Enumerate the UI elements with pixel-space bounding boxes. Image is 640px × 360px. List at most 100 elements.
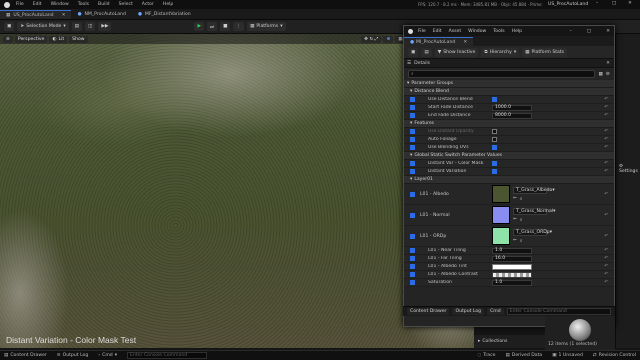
- override-checkbox[interactable]: [410, 145, 415, 150]
- value-checkbox[interactable]: [492, 169, 497, 174]
- value-field[interactable]: 1.0: [492, 279, 532, 286]
- console-input[interactable]: Enter Console Command: [127, 352, 208, 359]
- cinematics-button[interactable]: ▶▶: [98, 22, 112, 31]
- menu-item-select[interactable]: Select: [119, 2, 133, 7]
- reset-icon[interactable]: ↶: [604, 264, 608, 269]
- blueprint-button[interactable]: ◫: [85, 22, 96, 31]
- value-checkbox[interactable]: [492, 161, 497, 166]
- group-features[interactable]: ▾ Features: [404, 120, 614, 128]
- reset-icon[interactable]: ↶: [604, 105, 608, 110]
- reset-icon[interactable]: ↶: [604, 192, 608, 197]
- derived-data-button[interactable]: ▤ Derived Data: [505, 353, 542, 358]
- tab-material-function[interactable]: ● MF_DistantVariation: [132, 10, 197, 19]
- output-log-button[interactable]: ≡ Output Log: [57, 353, 88, 358]
- reset-icon[interactable]: ↶: [604, 145, 608, 150]
- trace-button[interactable]: ◌ Trace: [477, 353, 495, 358]
- group-parameter-groups[interactable]: ▾ Parameter Groups: [404, 80, 614, 88]
- group-layer01[interactable]: ▾ Layer01: [404, 176, 614, 184]
- editor-menu-item-file[interactable]: File: [418, 29, 426, 34]
- browse-icon[interactable]: ⌕: [520, 238, 523, 244]
- minimize-icon[interactable]: –: [596, 1, 598, 6]
- perspective-button[interactable]: Perspective: [14, 35, 48, 43]
- reset-icon[interactable]: ↶: [604, 213, 608, 218]
- show-button[interactable]: Show: [69, 35, 88, 43]
- editor-menu-item-window[interactable]: Window: [468, 29, 486, 34]
- reset-icon[interactable]: ↶: [604, 248, 608, 253]
- details-search-input[interactable]: ⌕: [408, 70, 595, 78]
- override-checkbox[interactable]: [410, 129, 415, 134]
- texture-thumbnail[interactable]: [492, 227, 510, 245]
- reset-icon[interactable]: ↶: [604, 97, 608, 102]
- texture-dropdown[interactable]: T_Grass_Albedo ▾: [513, 186, 555, 194]
- editor-menu-item-help[interactable]: Help: [512, 29, 522, 34]
- reset-icon[interactable]: ↶: [604, 234, 608, 239]
- menu-item-edit[interactable]: Edit: [33, 2, 42, 7]
- settings-icon[interactable]: ⚙: [606, 72, 610, 77]
- texture-thumbnail[interactable]: [492, 206, 510, 224]
- menu-item-actor[interactable]: Actor: [142, 2, 154, 7]
- use-selected-icon[interactable]: ⇐: [513, 217, 517, 223]
- world-local-toggle[interactable]: ⊕: [383, 35, 394, 43]
- override-checkbox[interactable]: [410, 169, 415, 174]
- value-field[interactable]: [492, 263, 532, 270]
- editor-save-button[interactable]: ▣: [408, 47, 419, 57]
- override-checkbox[interactable]: [410, 256, 415, 261]
- platforms-dropdown[interactable]: ▦ Platforms ▾: [247, 22, 286, 31]
- stop-button[interactable]: ■: [220, 22, 231, 31]
- texture-dropdown[interactable]: T_Grass_ORDp ▾: [513, 228, 552, 236]
- override-checkbox[interactable]: [410, 212, 415, 218]
- tab-close-icon[interactable]: ✕: [463, 40, 467, 45]
- value-checkbox[interactable]: [492, 137, 497, 142]
- maximize-icon[interactable]: □: [612, 1, 616, 6]
- group-distance-blend[interactable]: ▾ Distance Blend: [404, 88, 614, 96]
- value-checkbox[interactable]: [492, 145, 497, 150]
- override-checkbox[interactable]: [410, 280, 415, 285]
- reset-icon[interactable]: ↶: [604, 272, 608, 277]
- override-checkbox[interactable]: [410, 233, 415, 239]
- group-global-static-switch[interactable]: ▾ Global Static Switch Parameter Values: [404, 152, 614, 160]
- transform-tools[interactable]: ✥ ↻ ⤢: [361, 35, 382, 43]
- override-checkbox[interactable]: [410, 97, 415, 102]
- reset-icon[interactable]: ↶: [604, 161, 608, 166]
- override-checkbox[interactable]: [410, 272, 415, 277]
- editor-console-input[interactable]: Enter Console Command: [506, 308, 611, 315]
- editor-cmd-button[interactable]: Cmd: [487, 308, 504, 315]
- texture-thumbnail[interactable]: [492, 185, 510, 203]
- reset-icon[interactable]: ↶: [604, 256, 608, 261]
- cmd-button[interactable]: › Cmd ▾: [98, 353, 117, 358]
- editor-output-log-button[interactable]: Output Log: [452, 308, 485, 315]
- editor-minimize-icon[interactable]: –: [570, 29, 572, 34]
- save-button[interactable]: ▣: [4, 22, 15, 31]
- platform-stats-button[interactable]: ▦ Platform Stats: [522, 47, 568, 57]
- reset-icon[interactable]: ↶: [604, 137, 608, 142]
- value-checkbox[interactable]: [492, 97, 497, 102]
- editor-menu-item-asset[interactable]: Asset: [449, 29, 462, 34]
- asset-thumbnail[interactable]: [569, 319, 591, 341]
- grid-view-icon[interactable]: ▦: [599, 72, 603, 77]
- menu-item-file[interactable]: File: [16, 2, 24, 7]
- tab-material[interactable]: ● NM_ProcAutoLand: [71, 10, 131, 19]
- details-close-icon[interactable]: ✕: [606, 61, 610, 66]
- tab-material-instance[interactable]: ● MI_ProcAutoLand ✕: [404, 37, 474, 46]
- tab-level[interactable]: ▦ US_ProcAutoLand ✕: [0, 10, 72, 19]
- play-button[interactable]: ▶: [194, 22, 204, 31]
- reset-icon[interactable]: ↶: [604, 113, 608, 118]
- value-field[interactable]: 1000.0: [492, 104, 532, 111]
- editor-maximize-icon[interactable]: □: [587, 29, 591, 34]
- override-checkbox[interactable]: [410, 191, 415, 197]
- override-checkbox[interactable]: [410, 105, 415, 110]
- editor-menu-item-tools[interactable]: Tools: [493, 29, 504, 34]
- editor-menu-item-edit[interactable]: Edit: [433, 29, 442, 34]
- value-field[interactable]: [492, 271, 532, 278]
- value-checkbox[interactable]: [492, 129, 497, 134]
- override-checkbox[interactable]: [410, 161, 415, 166]
- revision-control-button[interactable]: ⇄ Revision Control: [593, 353, 636, 358]
- reset-icon[interactable]: ↶: [604, 169, 608, 174]
- override-checkbox[interactable]: [410, 248, 415, 253]
- play-options-button[interactable]: ⋮: [233, 22, 245, 31]
- menu-item-window[interactable]: Window: [51, 2, 69, 7]
- use-selected-icon[interactable]: ⇐: [513, 196, 517, 202]
- tab-close-icon[interactable]: ✕: [62, 13, 66, 18]
- texture-dropdown[interactable]: T_Grass_Normal ▾: [513, 207, 555, 215]
- show-inactive-button[interactable]: ▼ Show Inactive: [434, 47, 479, 57]
